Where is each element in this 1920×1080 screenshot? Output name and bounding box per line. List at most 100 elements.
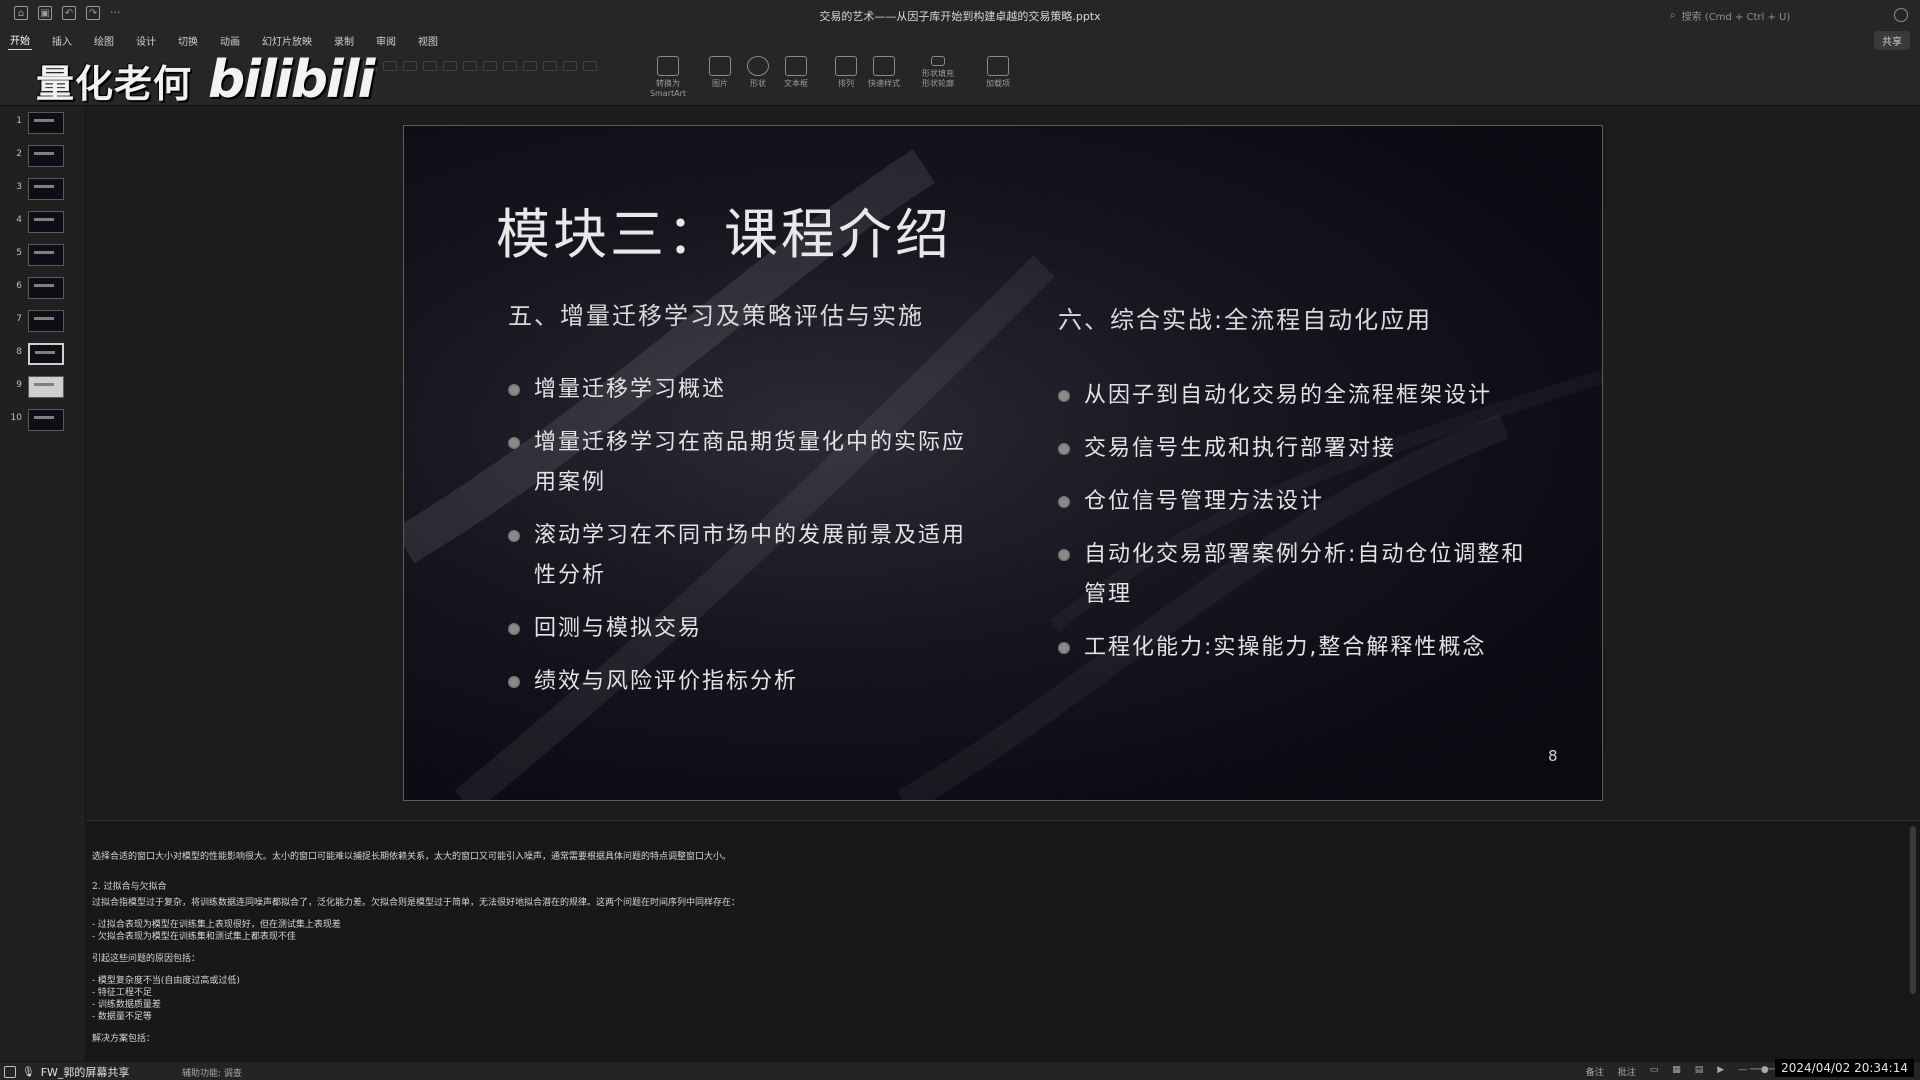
thumbnail-image: [28, 277, 64, 299]
bullet-text: 工程化能力:实操能力,整合解释性概念: [1084, 635, 1487, 660]
slide-thumbnail-7[interactable]: 7: [6, 310, 82, 332]
shape-outline-button[interactable]: 形状轮廓: [912, 78, 964, 89]
comments-button[interactable]: 批注: [1618, 1065, 1636, 1078]
align-right-icon[interactable]: [543, 61, 557, 71]
slide-thumbnail-10[interactable]: 10: [6, 409, 82, 431]
watermark-channel-name: 量化老何: [36, 61, 193, 106]
bullet-dot-icon: [1058, 443, 1070, 455]
picture-icon: [709, 56, 731, 76]
thumbnail-image: [28, 211, 64, 233]
reading-view-icon[interactable]: ▤: [1695, 1065, 1704, 1078]
bullet-text: 滚动学习在不同市场中的发展前景及适用性分析: [534, 523, 967, 588]
picture-button[interactable]: 图片: [700, 56, 740, 89]
thumbnail-image: [28, 310, 64, 332]
slide-thumbnail-6[interactable]: 6: [6, 277, 82, 299]
thumbnail-image: [28, 343, 64, 365]
accessibility-status[interactable]: 辅助功能: 调查: [182, 1066, 242, 1079]
bullet-text: 增量迁移学习在商品期货量化中的实际应用案例: [534, 430, 967, 495]
tab-slideshow[interactable]: 幻灯片放映: [260, 31, 314, 50]
align-center-icon[interactable]: [523, 61, 537, 71]
notes-line: - 数据量不足等: [92, 1012, 152, 1022]
thumbnail-number: 4: [16, 215, 22, 225]
screen-share-indicator[interactable]: 🎙 FW_郭的屏幕共享: [4, 1064, 129, 1080]
ribbon-tabs: 开始 插入 绘图 设计 切换 动画 幻灯片放映 录制 审阅 视图: [0, 30, 1920, 51]
right-section-heading[interactable]: 六、综合实战:全流程自动化应用: [1058, 300, 1432, 335]
thumbnail-number: 2: [16, 149, 22, 159]
view-controls: 备注 批注 ▭ ▦ ▤ ▶ — ──●── +: [1586, 1065, 1790, 1078]
screen-share-label: FW_郭的屏幕共享: [40, 1066, 130, 1079]
tab-review[interactable]: 审阅: [374, 31, 398, 50]
columns-icon[interactable]: [583, 61, 597, 71]
shape-outline-label: 形状轮廓: [922, 79, 954, 88]
indent-icon[interactable]: [483, 61, 497, 71]
thumbnail-number: 9: [16, 380, 22, 390]
smartart-button[interactable]: 转换为 SmartArt: [648, 56, 688, 98]
bilibili-logo: bilibili: [208, 50, 375, 110]
font-color-icon[interactable]: [423, 61, 437, 71]
shape-fill-button[interactable]: 形状填充: [912, 56, 964, 79]
list-item: 回测与模拟交易: [508, 609, 988, 649]
tab-draw[interactable]: 绘图: [92, 31, 116, 50]
italic-icon[interactable]: [383, 61, 397, 71]
left-bullet-list[interactable]: 增量迁移学习概述 增量迁移学习在商品期货量化中的实际应用案例 滚动学习在不同市场…: [508, 370, 988, 715]
bullet-text: 仓位信号管理方法设计: [1084, 489, 1325, 514]
tab-design[interactable]: 设计: [134, 31, 158, 50]
bullet-text: 回测与模拟交易: [534, 616, 703, 641]
list-item: 增量迁移学习概述: [508, 370, 988, 410]
slide-sorter-icon[interactable]: ▦: [1672, 1065, 1681, 1078]
textbox-button[interactable]: 文本框: [776, 56, 816, 89]
slide-thumbnail-3[interactable]: 3: [6, 178, 82, 200]
normal-view-icon[interactable]: ▭: [1650, 1065, 1659, 1078]
right-bullet-list[interactable]: 从因子到自动化交易的全流程框架设计 交易信号生成和执行部署对接 仓位信号管理方法…: [1058, 376, 1528, 681]
underline-icon[interactable]: [403, 61, 417, 71]
slide-thumbnail-5[interactable]: 5: [6, 244, 82, 266]
addins-label: 加载项: [986, 79, 1010, 88]
notes-line: - 欠拟合表现为模型在训练集和测试集上都表现不佳: [92, 932, 296, 942]
thumbnail-number: 8: [16, 347, 22, 357]
bullet-text: 增量迁移学习概述: [534, 377, 727, 402]
notes-scrollbar[interactable]: [1910, 826, 1916, 994]
justify-icon[interactable]: [563, 61, 577, 71]
addins-button[interactable]: 加载项: [978, 56, 1018, 89]
arrange-icon: [835, 56, 857, 76]
thumbnail-image: [28, 145, 64, 167]
thumbnail-number: 7: [16, 314, 22, 324]
list-item: 从因子到自动化交易的全流程框架设计: [1058, 376, 1528, 416]
shape-fill-icon: [931, 56, 945, 66]
textbox-icon: [785, 56, 807, 76]
left-section-heading[interactable]: 五、增量迁移学习及策略评估与实施: [508, 296, 924, 331]
tab-home[interactable]: 开始: [8, 30, 32, 51]
tab-animations[interactable]: 动画: [218, 31, 242, 50]
slide-title[interactable]: 模块三：课程介绍: [496, 190, 952, 269]
picture-label: 图片: [712, 79, 728, 88]
arrange-button[interactable]: 排列: [826, 56, 866, 89]
title-bar: ⌂ ▣ ↶ ↷ ··· 交易的艺术——从因子库开始到构建卓越的交易策略.pptx…: [0, 0, 1920, 30]
current-slide[interactable]: 模块三：课程介绍 五、增量迁移学习及策略评估与实施 增量迁移学习概述 增量迁移学…: [403, 125, 1603, 801]
search-box[interactable]: ⌕ 搜索 (Cmd + Ctrl + U): [1670, 6, 1880, 24]
thumbnail-number: 5: [16, 248, 22, 258]
align-left-icon[interactable]: [503, 61, 517, 71]
notes-line: 解决方案包括：: [92, 1034, 156, 1044]
tab-insert[interactable]: 插入: [50, 31, 74, 50]
notes-button[interactable]: 备注: [1586, 1065, 1604, 1078]
quick-styles-icon: [873, 56, 895, 76]
speaker-notes-pane[interactable]: 选择合适的窗口大小对模型的性能影响很大。太小的窗口可能难以捕捉长期依赖关系，太大…: [86, 820, 1920, 1063]
slide-thumbnail-8[interactable]: 8: [6, 343, 82, 365]
slideshow-icon[interactable]: ▶: [1717, 1065, 1724, 1078]
shapes-button[interactable]: 形状: [738, 56, 778, 89]
notes-line: - 训练数据质量差: [92, 1000, 161, 1010]
bullets-icon[interactable]: [443, 61, 457, 71]
account-icon[interactable]: [1894, 8, 1908, 22]
numbering-icon[interactable]: [463, 61, 477, 71]
slide-thumbnail-9[interactable]: 9: [6, 376, 82, 398]
quick-styles-button[interactable]: 快速样式: [864, 56, 904, 89]
tab-view[interactable]: 视图: [416, 31, 440, 50]
bullet-dot-icon: [1058, 390, 1070, 402]
slide-thumbnail-2[interactable]: 2: [6, 145, 82, 167]
slide-thumbnail-1[interactable]: 1: [6, 112, 82, 134]
share-button[interactable]: 共享: [1874, 31, 1910, 50]
tab-record[interactable]: 录制: [332, 31, 356, 50]
smartart-label: 转换为 SmartArt: [649, 79, 687, 98]
slide-thumbnail-4[interactable]: 4: [6, 211, 82, 233]
tab-transitions[interactable]: 切换: [176, 31, 200, 50]
